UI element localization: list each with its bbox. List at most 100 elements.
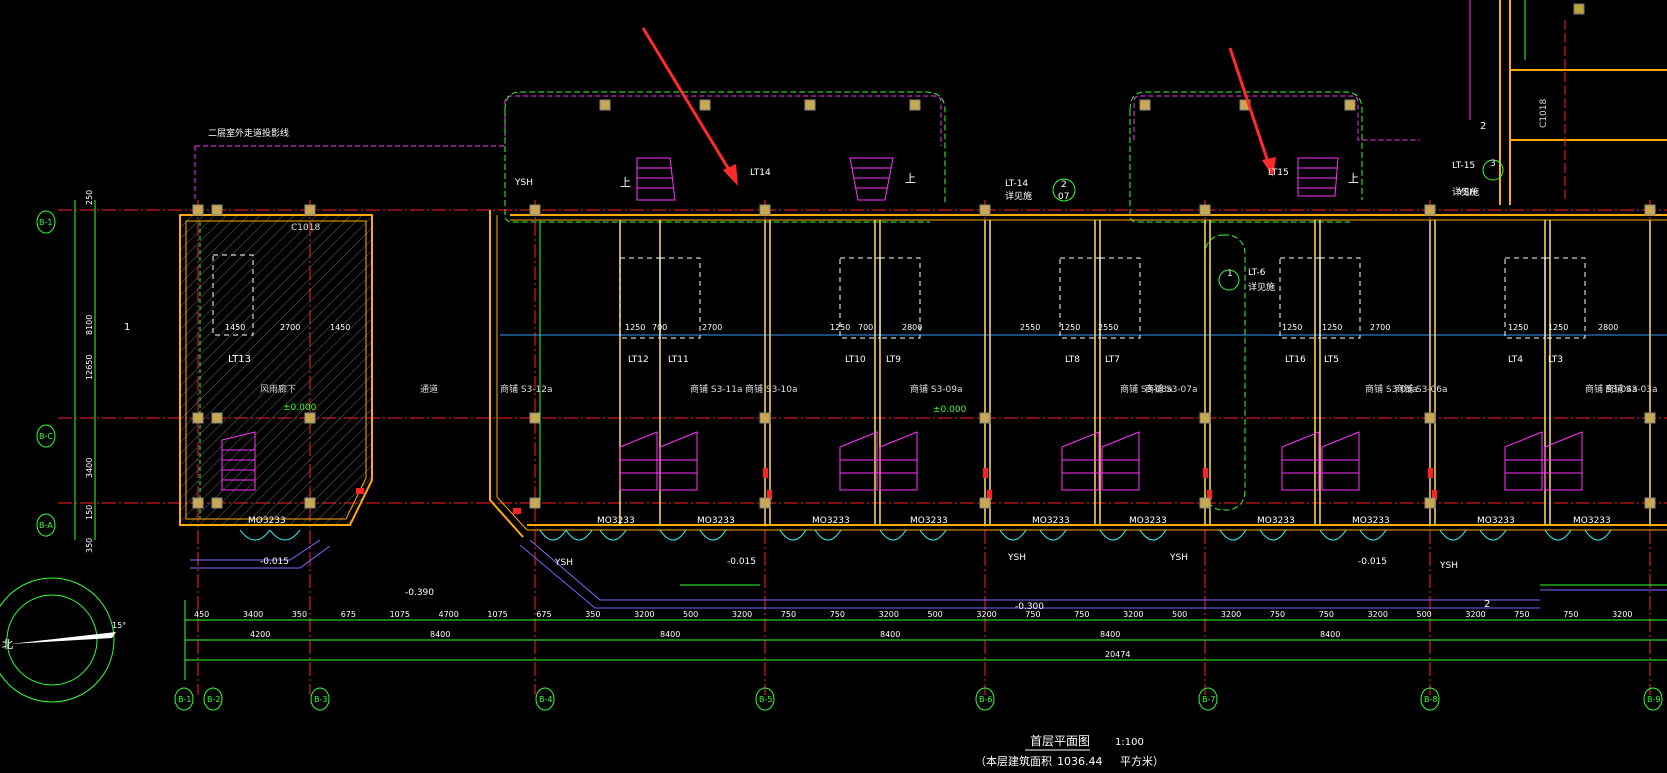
dim-inner: 1250 xyxy=(830,323,850,332)
left-block xyxy=(179,214,373,526)
dim-inner: 2800 xyxy=(902,323,922,332)
red-arrows[interactable] xyxy=(641,27,1276,186)
axis-marker-left: 1 xyxy=(124,322,130,333)
dim-bay: 8400 xyxy=(660,630,680,639)
dim-bottom: 750 xyxy=(1514,610,1529,619)
drawing-title: 首层平面图 xyxy=(1030,734,1090,748)
cad-drawing-canvas[interactable]: 二层室外走道投影线 1 2 2 LT14 LT15 LT-14 LT-15 LT… xyxy=(0,0,1667,773)
dim-inner: 2550 xyxy=(1098,323,1118,332)
unit-code: 商铺 S3-10a xyxy=(745,383,798,395)
dim-bottom: 450 xyxy=(194,610,209,619)
door-swings xyxy=(239,529,1612,541)
level-mark-6: -0.390 xyxy=(405,588,434,598)
ref-marker-right: 2 xyxy=(1480,121,1486,132)
north-arrow xyxy=(0,577,116,703)
stair-up-1: 上 xyxy=(620,176,631,189)
dim-bottom: 1075 xyxy=(487,610,507,619)
dim-left: 350 xyxy=(85,538,94,553)
unit-lift-label: LT3 xyxy=(1548,355,1563,365)
detail-ref-c: 3 xyxy=(1490,159,1496,169)
dim-inner: 700 xyxy=(858,323,873,332)
dim-inner: 1250 xyxy=(1060,323,1080,332)
grid-col-label: B-7 xyxy=(1202,695,1215,704)
unit-code: 商铺 S3-05a xyxy=(1365,383,1418,395)
dim-inner: 700 xyxy=(652,323,667,332)
grid-col-label: B-9 xyxy=(1647,695,1660,704)
dim-bottom: 500 xyxy=(683,610,698,619)
dim-bottom: 3200 xyxy=(732,610,752,619)
dim-bottom: 750 xyxy=(1025,610,1040,619)
dim-bottom: 675 xyxy=(341,610,356,619)
area-unit: 平方米） xyxy=(1120,754,1164,768)
dim-bottom: 500 xyxy=(1172,610,1187,619)
dim-inner: 2550 xyxy=(1020,323,1040,332)
dim-left: 250 xyxy=(85,190,94,205)
unit-lift-label: LT4 xyxy=(1508,355,1523,365)
dim-bottom: 3200 xyxy=(1368,610,1388,619)
dim-inner: 2700 xyxy=(1370,323,1390,332)
dim-bottom: 3400 xyxy=(243,610,263,619)
unit-lift-label: LT10 xyxy=(845,355,866,365)
unit-code: 商铺 S3-12a xyxy=(500,383,553,395)
dim-left: 3400 xyxy=(85,458,94,478)
dim-bottom: 750 xyxy=(781,610,796,619)
left-room-label: 风雨廊下 xyxy=(260,383,296,395)
door-code: MO3233 xyxy=(597,516,635,526)
grid-col-label: B-2 xyxy=(207,695,220,704)
dim-left: 8100 xyxy=(85,315,94,335)
dim-bottom: 750 xyxy=(1270,610,1285,619)
unit-lift-label: LT9 xyxy=(886,355,901,365)
detail-ref-b: 07 xyxy=(1058,192,1069,202)
dim-left: 12650 xyxy=(85,355,94,380)
dim-bottom: 4700 xyxy=(439,610,459,619)
unit-code: 商铺 S3-03a xyxy=(1605,383,1658,395)
lt6-note: LT-6 xyxy=(1248,268,1266,278)
dim-inner: 1450 xyxy=(330,323,350,332)
north-angle: 15° xyxy=(112,621,126,630)
dim-bottom: 3200 xyxy=(879,610,899,619)
ysh-1: YSH xyxy=(514,178,533,188)
area-value: 1036.44 xyxy=(1057,755,1103,768)
dim-bottom: 3200 xyxy=(634,610,654,619)
ysh-4: YSH xyxy=(1007,553,1026,563)
dim-bottom: 675 xyxy=(536,610,551,619)
door-code: MO3233 xyxy=(248,516,286,526)
dim-inner: 1450 xyxy=(225,323,245,332)
dim-bay: 8400 xyxy=(1100,630,1120,639)
dim-bottom: 750 xyxy=(1563,610,1578,619)
door-code: MO3233 xyxy=(1129,516,1167,526)
grid-col-label: B-1 xyxy=(178,695,191,704)
dim-inner: 2700 xyxy=(702,323,722,332)
floor-plan-drawing: 二层室外走道投影线 1 2 2 LT14 LT15 LT-14 LT-15 LT… xyxy=(0,0,1667,768)
door-code: MO3233 xyxy=(697,516,735,526)
level-mark-3: -0.015 xyxy=(260,557,289,567)
lt15-note: LT-15 xyxy=(1452,161,1475,171)
ysh-6: YSH xyxy=(1439,561,1458,571)
dim-bay: 8400 xyxy=(430,630,450,639)
detail-ref-a: 2 xyxy=(1061,180,1067,190)
dim-inner: 2800 xyxy=(1598,323,1618,332)
unit-lift-label: LT8 xyxy=(1065,355,1080,365)
detail-ref-d: 1 xyxy=(1227,269,1233,279)
dim-bottom: 750 xyxy=(1319,610,1334,619)
neighbor-building xyxy=(1469,0,1667,205)
ref-marker-low: 2 xyxy=(1484,599,1490,610)
lt14-note: LT-14 xyxy=(1005,179,1028,189)
grid-col-label: B-6 xyxy=(979,695,992,704)
dim-bottom: 3200 xyxy=(976,610,996,619)
door-code: MO3233 xyxy=(1477,516,1515,526)
detail-note-a: 详见施 xyxy=(1005,190,1032,202)
dim-bottom: 1075 xyxy=(390,610,410,619)
area-note-prefix: （本层建筑面积 xyxy=(975,754,1052,768)
door-code: MO3233 xyxy=(1573,516,1611,526)
ysh-5: YSH xyxy=(1169,553,1188,563)
door-code: MO3233 xyxy=(1257,516,1295,526)
north-label: 北 xyxy=(2,638,13,651)
dim-bottom: 3200 xyxy=(1123,610,1143,619)
dim-inner: 2700 xyxy=(280,323,300,332)
unit-labels: 商铺 S3-12a LT12 商铺 S3-11a LT11 商铺 S3-10a LT10 商… xyxy=(500,355,1658,395)
grid-col-label: B-3 xyxy=(314,695,327,704)
dim-bottom: 350 xyxy=(585,610,600,619)
grid-row-label: B-1 xyxy=(39,218,52,227)
dim-left: 150 xyxy=(85,505,94,520)
